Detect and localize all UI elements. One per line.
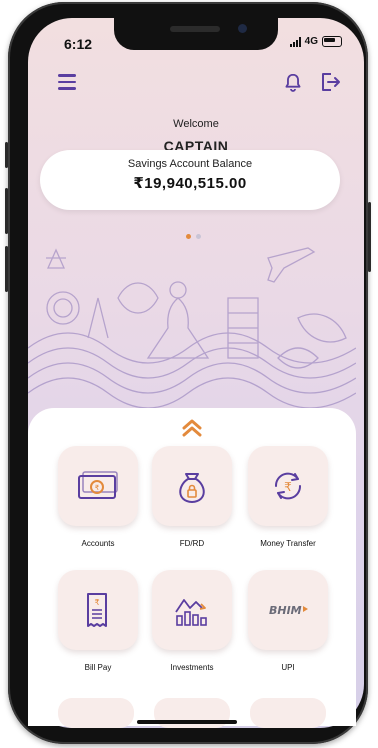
welcome-text: Welcome [173, 118, 219, 130]
upi-icon: BHIM [269, 604, 308, 617]
bill-pay-label: Bill Pay [84, 663, 112, 672]
home-indicator[interactable] [137, 720, 237, 724]
bill-pay-tile[interactable]: ₹ [58, 570, 138, 650]
svg-text:₹: ₹ [95, 484, 100, 492]
bill-icon: ₹ [87, 593, 107, 627]
bell-icon[interactable] [282, 72, 304, 94]
money-bag-icon [179, 473, 205, 504]
speaker [170, 26, 220, 32]
volume-down-button [5, 246, 8, 292]
logout-icon[interactable] [318, 70, 342, 94]
transfer-icon: ₹ [274, 472, 302, 500]
fd-rd-tile[interactable] [152, 446, 232, 526]
camera [238, 24, 247, 33]
notch [114, 18, 278, 50]
status-indicators: 4G [289, 36, 342, 47]
decorative-doodle-illustration [28, 247, 356, 409]
partial-tile[interactable] [58, 698, 134, 728]
investments-icon [175, 599, 207, 626]
mute-switch [5, 142, 8, 168]
money-transfer-label: Money Transfer [260, 539, 316, 548]
investments-tile[interactable] [152, 570, 232, 650]
status-time: 6:12 [64, 36, 93, 52]
signal-icon [289, 36, 301, 47]
money-transfer-tile[interactable]: ₹ [248, 446, 328, 526]
upi-label: UPI [281, 663, 295, 672]
battery-icon [322, 36, 342, 47]
hamburger-icon[interactable] [58, 74, 76, 94]
upi-tile[interactable]: BHIM [248, 570, 328, 650]
balance-label: Savings Account Balance [127, 158, 253, 170]
cash-icon: ₹ [78, 471, 118, 499]
power-button [368, 202, 371, 272]
accounts-tile[interactable]: ₹ [58, 446, 138, 526]
svg-text:₹: ₹ [94, 598, 99, 607]
volume-up-button [5, 188, 8, 234]
network-type: 4G [304, 36, 318, 47]
accounts-label: Accounts [81, 539, 115, 548]
partial-tile[interactable] [250, 698, 326, 728]
fd-rd-label: FD/RD [179, 539, 205, 548]
balance-card[interactable]: Savings Account Balance ₹19,940,515.00 [40, 150, 340, 210]
investments-label: Investments [170, 663, 214, 672]
chevron-up-icon[interactable] [180, 416, 204, 438]
bhim-logo-text: BHIM [269, 604, 302, 617]
services-panel: ₹ Accounts FD/RD ₹ Money Transfer ₹ Bill… [28, 408, 356, 728]
svg-text:₹: ₹ [284, 480, 292, 494]
balance-amount: ₹19,940,515.00 [133, 175, 247, 192]
